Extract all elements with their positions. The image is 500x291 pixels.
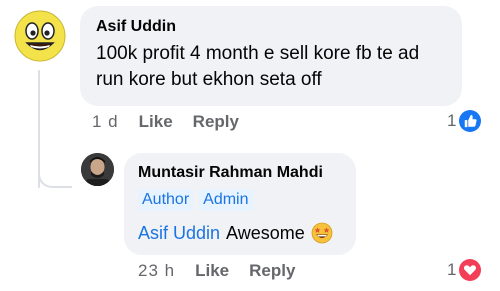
reply-bubble: Muntasir Rahman Mahdi Author Admin Asif … bbox=[124, 153, 356, 255]
reply-button[interactable]: Reply bbox=[193, 112, 239, 132]
comment-bubble: Asif Uddin 100k profit 4 month e sell ko… bbox=[80, 6, 462, 106]
reply-avatar[interactable] bbox=[81, 153, 114, 186]
like-button[interactable]: Like bbox=[139, 112, 173, 132]
comment-text: 100k profit 4 month e sell kore fb te ad… bbox=[96, 43, 420, 90]
reply-author-name[interactable]: Muntasir Rahman Mahdi bbox=[138, 163, 344, 183]
avatar[interactable] bbox=[14, 10, 66, 62]
reply-timestamp[interactable]: 23 h bbox=[138, 261, 175, 281]
author-badges: Author Admin bbox=[138, 189, 344, 211]
reaction-count: 1 bbox=[447, 260, 457, 279]
reaction-count: 1 bbox=[447, 111, 457, 130]
admin-badge: Admin bbox=[199, 189, 253, 211]
reply-text: Asif Uddin Awesome bbox=[138, 221, 344, 245]
love-icon bbox=[459, 259, 482, 281]
comment-author-name[interactable]: Asif Uddin bbox=[96, 17, 448, 37]
mention-link[interactable]: Asif Uddin bbox=[138, 221, 220, 245]
comment-actions: 1 d Like Reply bbox=[92, 112, 239, 132]
smiley-face-icon bbox=[14, 10, 66, 62]
comment-timestamp[interactable]: 1 d bbox=[92, 112, 119, 132]
reaction-summary[interactable]: 1 bbox=[447, 110, 482, 132]
like-button[interactable]: Like bbox=[195, 261, 229, 281]
reply-connector-line bbox=[38, 152, 72, 188]
reply-button[interactable]: Reply bbox=[249, 261, 295, 281]
profile-photo-icon bbox=[81, 153, 114, 186]
reply-message: Awesome bbox=[226, 223, 305, 243]
reaction-summary[interactable]: 1 bbox=[447, 259, 482, 281]
reply-actions: 23 h Like Reply bbox=[138, 261, 295, 281]
author-badge: Author bbox=[138, 189, 194, 211]
grinning-face-with-stars-icon bbox=[311, 222, 333, 244]
like-icon bbox=[459, 110, 482, 132]
